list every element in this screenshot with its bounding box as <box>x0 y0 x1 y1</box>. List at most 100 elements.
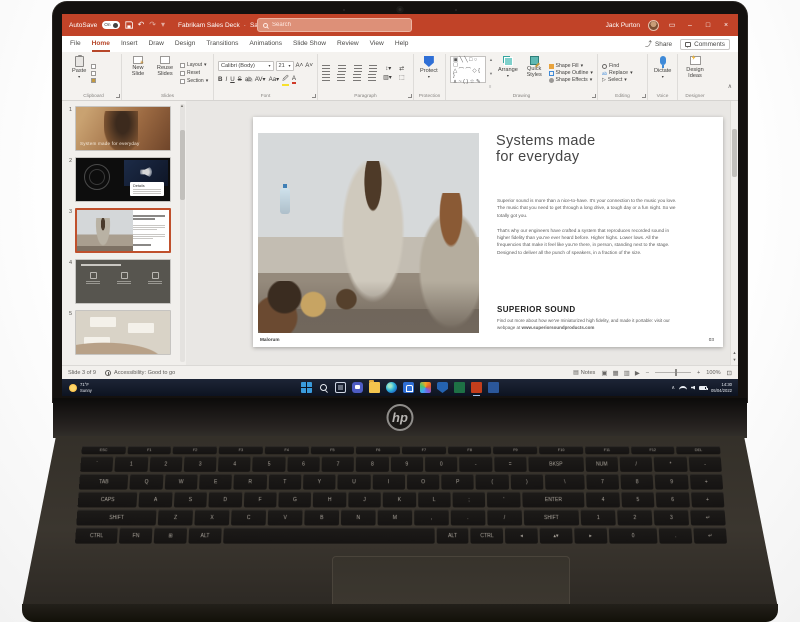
quick-access-chevron-icon[interactable]: ▾ <box>161 21 165 29</box>
slide-sorter-view-icon[interactable]: ▦ <box>613 369 619 377</box>
security-icon[interactable] <box>437 382 448 393</box>
ribbon-display-options-icon[interactable]: ▭ <box>667 21 677 29</box>
minimize-button[interactable]: – <box>685 22 695 29</box>
tab-view[interactable]: View <box>370 37 384 52</box>
slide-thumbnail-5[interactable] <box>75 310 171 355</box>
tab-transitions[interactable]: Transitions <box>206 37 238 52</box>
key-z[interactable]: Z <box>157 509 194 526</box>
key-alt[interactable]: ALT <box>188 527 222 544</box>
share-button[interactable]: ⤴ Share <box>645 39 672 49</box>
key-0[interactable]: 0 <box>608 527 658 544</box>
key-space[interactable] <box>222 527 435 544</box>
key-a[interactable]: A <box>138 491 173 508</box>
align-right-button[interactable] <box>352 74 361 81</box>
font-color-button[interactable]: A <box>291 75 297 84</box>
increase-indent-button[interactable] <box>369 65 378 72</box>
design-ideas-button[interactable]: Design Ideas <box>682 55 708 91</box>
key-4[interactable]: 4 <box>218 456 252 472</box>
key-+[interactable]: + <box>690 491 725 508</box>
highlight-color-button[interactable]: 🖉 <box>282 73 289 86</box>
file-explorer-icon[interactable] <box>369 380 380 393</box>
arrange-button[interactable]: Arrange ▾ <box>496 55 520 91</box>
key-.[interactable]: . <box>450 509 486 526</box>
key--[interactable]: - <box>459 456 493 472</box>
shape-fill-button[interactable]: Shape Fill ▾ <box>548 63 594 69</box>
slide-body-text[interactable]: Superior sound is more than a nice-to-ha… <box>497 197 680 256</box>
key-f1[interactable]: F1 <box>127 446 172 455</box>
key-f5[interactable]: F5 <box>310 446 355 455</box>
accessibility-status[interactable]: Accessibility: Good to go <box>105 369 175 376</box>
collapse-ribbon-icon[interactable]: ∧ <box>724 83 736 100</box>
key-`[interactable]: ` <box>80 456 114 472</box>
key-↵[interactable]: ↵ <box>693 527 728 544</box>
key-k[interactable]: K <box>382 491 416 508</box>
thumbnail-scrollbar[interactable]: ▲ <box>180 103 185 362</box>
next-slide-icon[interactable]: ▼ <box>731 357 738 363</box>
key-ctrl[interactable]: CTRL <box>470 527 504 544</box>
slide-thumbnail-1[interactable]: System made for everyday <box>75 106 171 151</box>
key-▸[interactable]: ▸ <box>573 527 608 544</box>
key-◂[interactable]: ◂ <box>505 527 538 544</box>
key-alt[interactable]: ALT <box>436 527 469 544</box>
chat-icon[interactable] <box>352 382 363 393</box>
change-case-button[interactable]: Aa▾ <box>269 76 280 83</box>
key-+[interactable]: + <box>689 473 724 490</box>
copy-button[interactable] <box>91 70 97 76</box>
underline-button[interactable]: U <box>230 76 234 83</box>
key-ctrl[interactable]: CTRL <box>74 527 119 544</box>
grow-font-button[interactable]: A˄ <box>296 61 304 71</box>
scroll-up-icon[interactable]: ▲ <box>180 103 184 108</box>
format-painter-button[interactable] <box>91 77 97 83</box>
key-([interactable]: ( <box>475 473 509 490</box>
fit-to-window-icon[interactable]: ⊡ <box>727 369 732 377</box>
font-family-select[interactable]: Calibri (Body) ▾ <box>218 60 274 71</box>
strikethrough-button[interactable]: S <box>238 76 242 83</box>
text-shadow-button[interactable]: ab <box>245 76 252 83</box>
photos-icon[interactable] <box>420 382 431 393</box>
key-)[interactable]: ) <box>510 473 544 490</box>
key-esc[interactable]: ESC <box>81 446 126 455</box>
key-8[interactable]: 8 <box>356 456 389 472</box>
paste-button[interactable]: Paste ▾ <box>70 55 88 91</box>
redo-icon[interactable]: ↷ <box>149 21 156 29</box>
key-bksp[interactable]: BKSP <box>528 456 584 472</box>
select-button[interactable]: ▷ Select ▾ <box>602 77 633 83</box>
key-,[interactable]: , <box>414 509 449 526</box>
key-shift[interactable]: SHIFT <box>76 509 157 526</box>
user-avatar[interactable] <box>648 19 659 31</box>
slide-contact-text[interactable]: Find out more about how we've miniaturiz… <box>497 318 675 332</box>
key-f6[interactable]: F6 <box>356 446 401 455</box>
scrollbar-thumb[interactable] <box>180 130 185 200</box>
wifi-icon[interactable] <box>679 385 688 390</box>
key-▴▾[interactable]: ▴▾ <box>539 527 573 544</box>
reset-button[interactable]: Reset <box>180 70 208 76</box>
protect-button[interactable]: Protect ▾ <box>418 55 440 91</box>
key-↵[interactable]: ↵ <box>690 509 726 526</box>
edge-icon[interactable] <box>386 382 397 393</box>
key-n[interactable]: N <box>340 509 376 526</box>
align-left-button[interactable] <box>322 74 330 81</box>
key-f2[interactable]: F2 <box>173 446 218 455</box>
align-center-button[interactable] <box>337 74 346 81</box>
zoom-level[interactable]: 100% <box>706 370 720 376</box>
key-f12[interactable]: F12 <box>630 446 675 455</box>
layout-button[interactable]: Layout ▾ <box>180 62 208 68</box>
zoom-in-button[interactable]: + <box>697 370 700 376</box>
key-/[interactable]: / <box>619 456 653 472</box>
normal-view-icon[interactable]: ▣ <box>601 369 607 377</box>
key-5[interactable]: 5 <box>621 491 655 508</box>
reuse-slides-button[interactable]: Reuse Slides <box>153 55 177 91</box>
slide-thumbnail-3-selected[interactable] <box>75 208 171 253</box>
restore-button[interactable]: □ <box>703 22 713 29</box>
slide-subheading[interactable]: SUPERIOR SOUND <box>497 305 576 314</box>
key-'[interactable]: ' <box>487 491 521 508</box>
key-d[interactable]: D <box>208 491 242 508</box>
key-e[interactable]: E <box>199 473 233 490</box>
key-o[interactable]: O <box>406 473 440 490</box>
key-5[interactable]: 5 <box>252 456 286 472</box>
store-icon[interactable] <box>403 382 414 393</box>
tab-slide-show[interactable]: Slide Show <box>293 37 326 52</box>
key-3[interactable]: 3 <box>183 456 217 472</box>
key-tab[interactable]: TAB <box>78 473 129 490</box>
new-slide-button[interactable]: New Slide <box>126 55 150 91</box>
